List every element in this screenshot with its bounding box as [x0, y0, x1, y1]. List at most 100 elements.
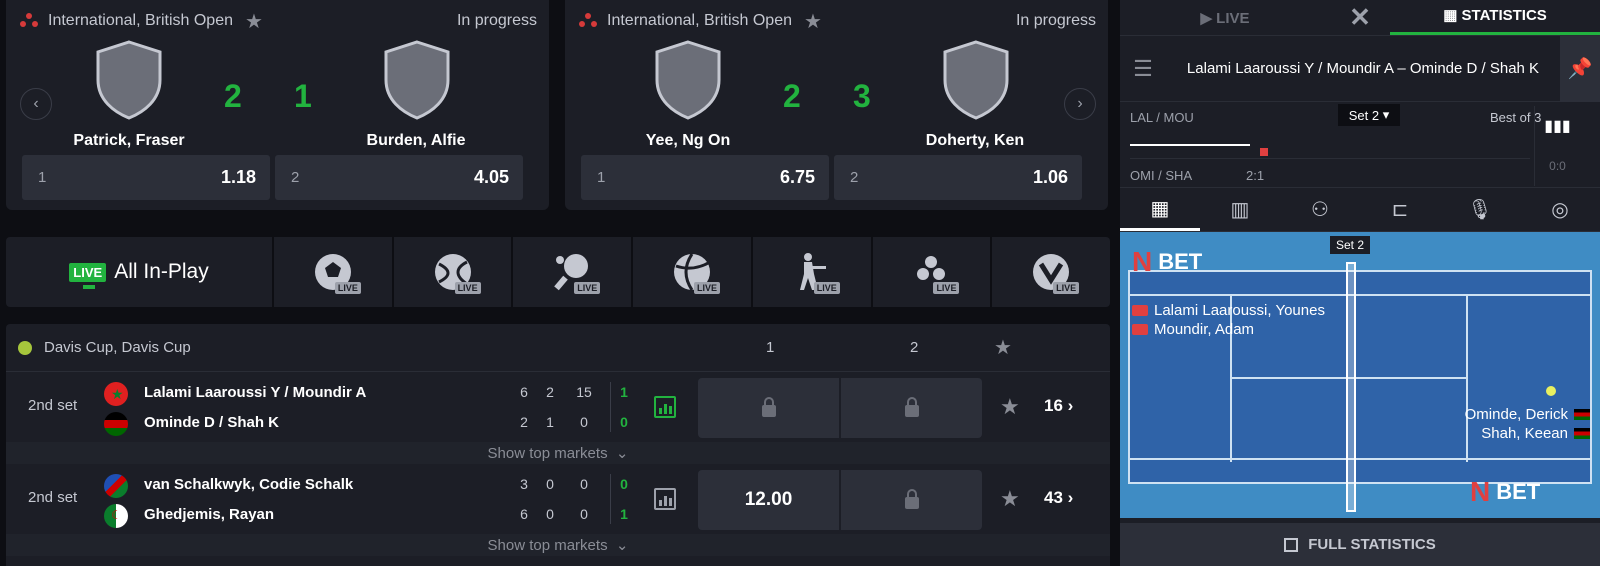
live-badge: LIVE	[454, 282, 481, 294]
snooker-icon	[579, 13, 597, 29]
column-header-2: 2	[910, 339, 919, 356]
team2-players: Ominde, Derick Shah, Keean	[1465, 406, 1590, 444]
tennis-ball-marker	[1546, 386, 1556, 396]
brand-logo: N BET	[1132, 246, 1202, 278]
tab-live[interactable]: ▶ LIVE	[1120, 0, 1330, 35]
score-cell: 2	[546, 384, 554, 400]
show-top-label: Show top markets	[487, 444, 608, 462]
team2-name: Ominde D / Shah K	[144, 414, 280, 431]
market-odd-value: 12.00	[744, 489, 793, 510]
odd-button-home[interactable]: 1 6.75	[581, 155, 829, 200]
app-root: International, British Open ★ In progres…	[0, 0, 1600, 566]
score-cell: 0	[546, 506, 554, 522]
full-statistics-button[interactable]: FULL STATISTICS	[1120, 522, 1600, 566]
odd-value: 4.05	[473, 167, 509, 187]
full-statistics-label: FULL STATISTICS	[1308, 536, 1436, 553]
bar-chart-icon[interactable]: ▮▮▮	[1534, 106, 1580, 146]
sport-tab-table-tennis[interactable]: LIVE	[513, 237, 634, 307]
bracket-icon[interactable]: ⊏	[1360, 188, 1440, 231]
live-badge: LIVE	[574, 282, 601, 294]
match-card[interactable]: International, British Open ★ In progres…	[6, 0, 549, 210]
favorite-star-icon[interactable]: ★	[1000, 486, 1020, 512]
odd-button-home[interactable]: 1 1.18	[22, 155, 270, 200]
court-line	[1130, 458, 1590, 460]
score-cell: 0	[546, 476, 554, 492]
sport-strip: LIVE All In-Play LIVE LIVE LIVE LIVE LIV…	[6, 237, 1110, 307]
odd-button-away[interactable]: 2 4.05	[275, 155, 523, 200]
odd-value: 1.06	[1032, 167, 1068, 187]
next-arrow-button[interactable]: ›	[1064, 88, 1096, 120]
favorite-star-icon[interactable]: ★	[1000, 394, 1020, 420]
court-view-icon[interactable]: ▦	[1120, 188, 1200, 231]
sport-tab-snooker[interactable]: LIVE	[873, 237, 993, 307]
kenya-flag-icon	[104, 412, 128, 436]
event-period: 2nd set	[28, 397, 78, 414]
bar-chart-icon[interactable]: ▥	[1200, 188, 1280, 231]
sport-tab-tennis[interactable]: LIVE	[394, 237, 514, 307]
pin-icon[interactable]: 📌	[1560, 35, 1600, 102]
close-icon[interactable]: ✕	[1330, 0, 1390, 35]
score-divider	[610, 474, 611, 524]
show-top-markets[interactable]: Show top markets ⌄	[6, 534, 1110, 556]
all-in-play-tab[interactable]: LIVE All In-Play	[6, 237, 274, 307]
match-title: Lalami Laaroussi Y / Moundir A – Ominde …	[1186, 60, 1540, 77]
sport-tab-esports-valorant[interactable]: LIVE	[992, 237, 1110, 307]
lock-icon	[761, 397, 776, 417]
market-button-1[interactable]: 12.00	[698, 470, 839, 530]
match-card[interactable]: International, British Open ★ In progres…	[565, 0, 1108, 210]
statistics-icon[interactable]	[654, 396, 676, 418]
odd-button-away[interactable]: 2 1.06	[834, 155, 1082, 200]
tennis-ball-icon[interactable]: ◎	[1520, 188, 1600, 231]
play-icon: ▶	[1200, 10, 1217, 27]
player-name: Moundir, Adam	[1154, 321, 1255, 338]
more-markets-link[interactable]: 43 ›	[1044, 488, 1073, 508]
event-row[interactable]: 2nd set ★ Lalami Laaroussi Y / Moundir A…	[6, 372, 1110, 442]
court-visualization: Set 2 N BET N BET Lalami Laaroussi, Younes…	[1120, 232, 1600, 518]
menu-list-icon[interactable]: ☰	[1120, 36, 1166, 102]
set-score: 2:1	[1246, 168, 1265, 183]
show-top-markets[interactable]: Show top markets ⌄	[6, 442, 1110, 464]
live-badge: LIVE	[694, 282, 721, 294]
favorite-star-icon[interactable]: ★	[994, 335, 1012, 360]
home-score: 2	[224, 78, 242, 114]
more-markets-link[interactable]: 16 ›	[1044, 396, 1073, 416]
lock-icon	[904, 489, 919, 509]
sport-tab-football[interactable]: LIVE	[274, 237, 394, 307]
market-button-2[interactable]	[841, 470, 982, 530]
market-button-2[interactable]	[841, 378, 982, 438]
tab-stats-label: STATISTICS	[1461, 7, 1547, 24]
market-button-1[interactable]	[698, 378, 839, 438]
esports-valorant-icon: LIVE	[1029, 250, 1080, 294]
score-cell: 3	[520, 476, 528, 492]
team-top-label: LAL / MOU	[1130, 110, 1194, 125]
prev-arrow-button[interactable]: ‹	[20, 88, 52, 120]
morocco-flag-icon: ★	[104, 382, 128, 406]
brand-n-icon: N	[1132, 246, 1153, 277]
head-to-head-icon[interactable]: ⚇	[1280, 188, 1360, 231]
away-team-name: Doherty, Ken	[925, 132, 1025, 149]
score-cell: 0	[580, 414, 588, 430]
stats-icon-row: ▦ ▥ ⚇ ⊏ 🎙 ◎	[1120, 188, 1600, 232]
score-cell-current: 1	[620, 384, 628, 400]
card-category: International, British Open	[607, 12, 792, 29]
lock-icon	[904, 397, 919, 417]
sport-tab-esports-shooter[interactable]: LIVE	[753, 237, 873, 307]
score-cell-current: 0	[620, 414, 628, 430]
sport-tab-volleyball[interactable]: LIVE	[633, 237, 753, 307]
esports-shooter-icon: LIVE	[790, 250, 840, 294]
scoreboard-mini[interactable]: 0:0	[1534, 146, 1580, 186]
event-row[interactable]: 2nd set van Schalkwyk, Codie Schalk ☾ Gh…	[6, 464, 1110, 534]
team-shield-icon	[655, 40, 721, 120]
tennis-icon: LIVE	[431, 250, 481, 294]
statistics-icon[interactable]	[654, 488, 676, 510]
team1-name: van Schalkwyk, Codie Schalk	[144, 476, 354, 493]
favorite-star-icon[interactable]: ★	[245, 9, 263, 34]
microphone-icon[interactable]: 🎙	[1440, 188, 1520, 231]
away-team-name: Burden, Alfie	[366, 132, 466, 149]
brand-n-icon: N	[1470, 476, 1491, 507]
favorite-star-icon[interactable]: ★	[804, 9, 822, 34]
set-select[interactable]: Set 2 ▾	[1338, 104, 1400, 126]
odd-value: 6.75	[779, 167, 815, 187]
tab-statistics[interactable]: ▦ STATISTICS	[1390, 0, 1600, 35]
live-badge: LIVE	[933, 282, 960, 294]
